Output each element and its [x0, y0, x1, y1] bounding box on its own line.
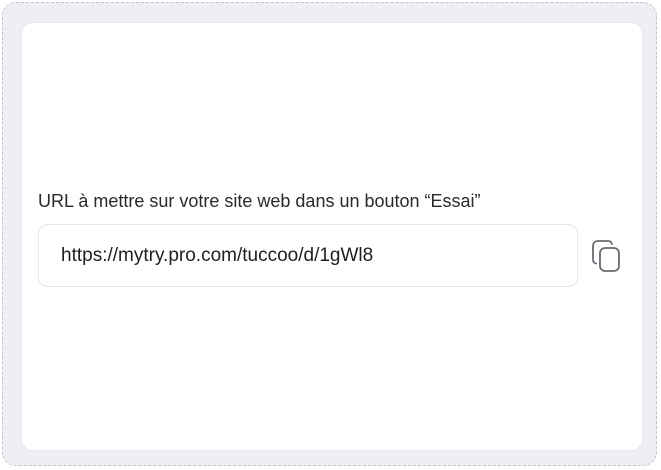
copy-button[interactable]	[586, 236, 626, 276]
url-field[interactable]: https://mytry.pro.com/tuccoo/d/1gWl8	[38, 224, 578, 287]
url-field-label: URL à mettre sur votre site web dans un …	[38, 191, 481, 211]
dashed-frame: URL à mettre sur votre site web dans un …	[2, 2, 657, 466]
copy-icon	[592, 240, 620, 272]
share-url-card: URL à mettre sur votre site web dans un …	[21, 22, 643, 451]
url-value[interactable]: https://mytry.pro.com/tuccoo/d/1gWl8	[61, 244, 373, 268]
